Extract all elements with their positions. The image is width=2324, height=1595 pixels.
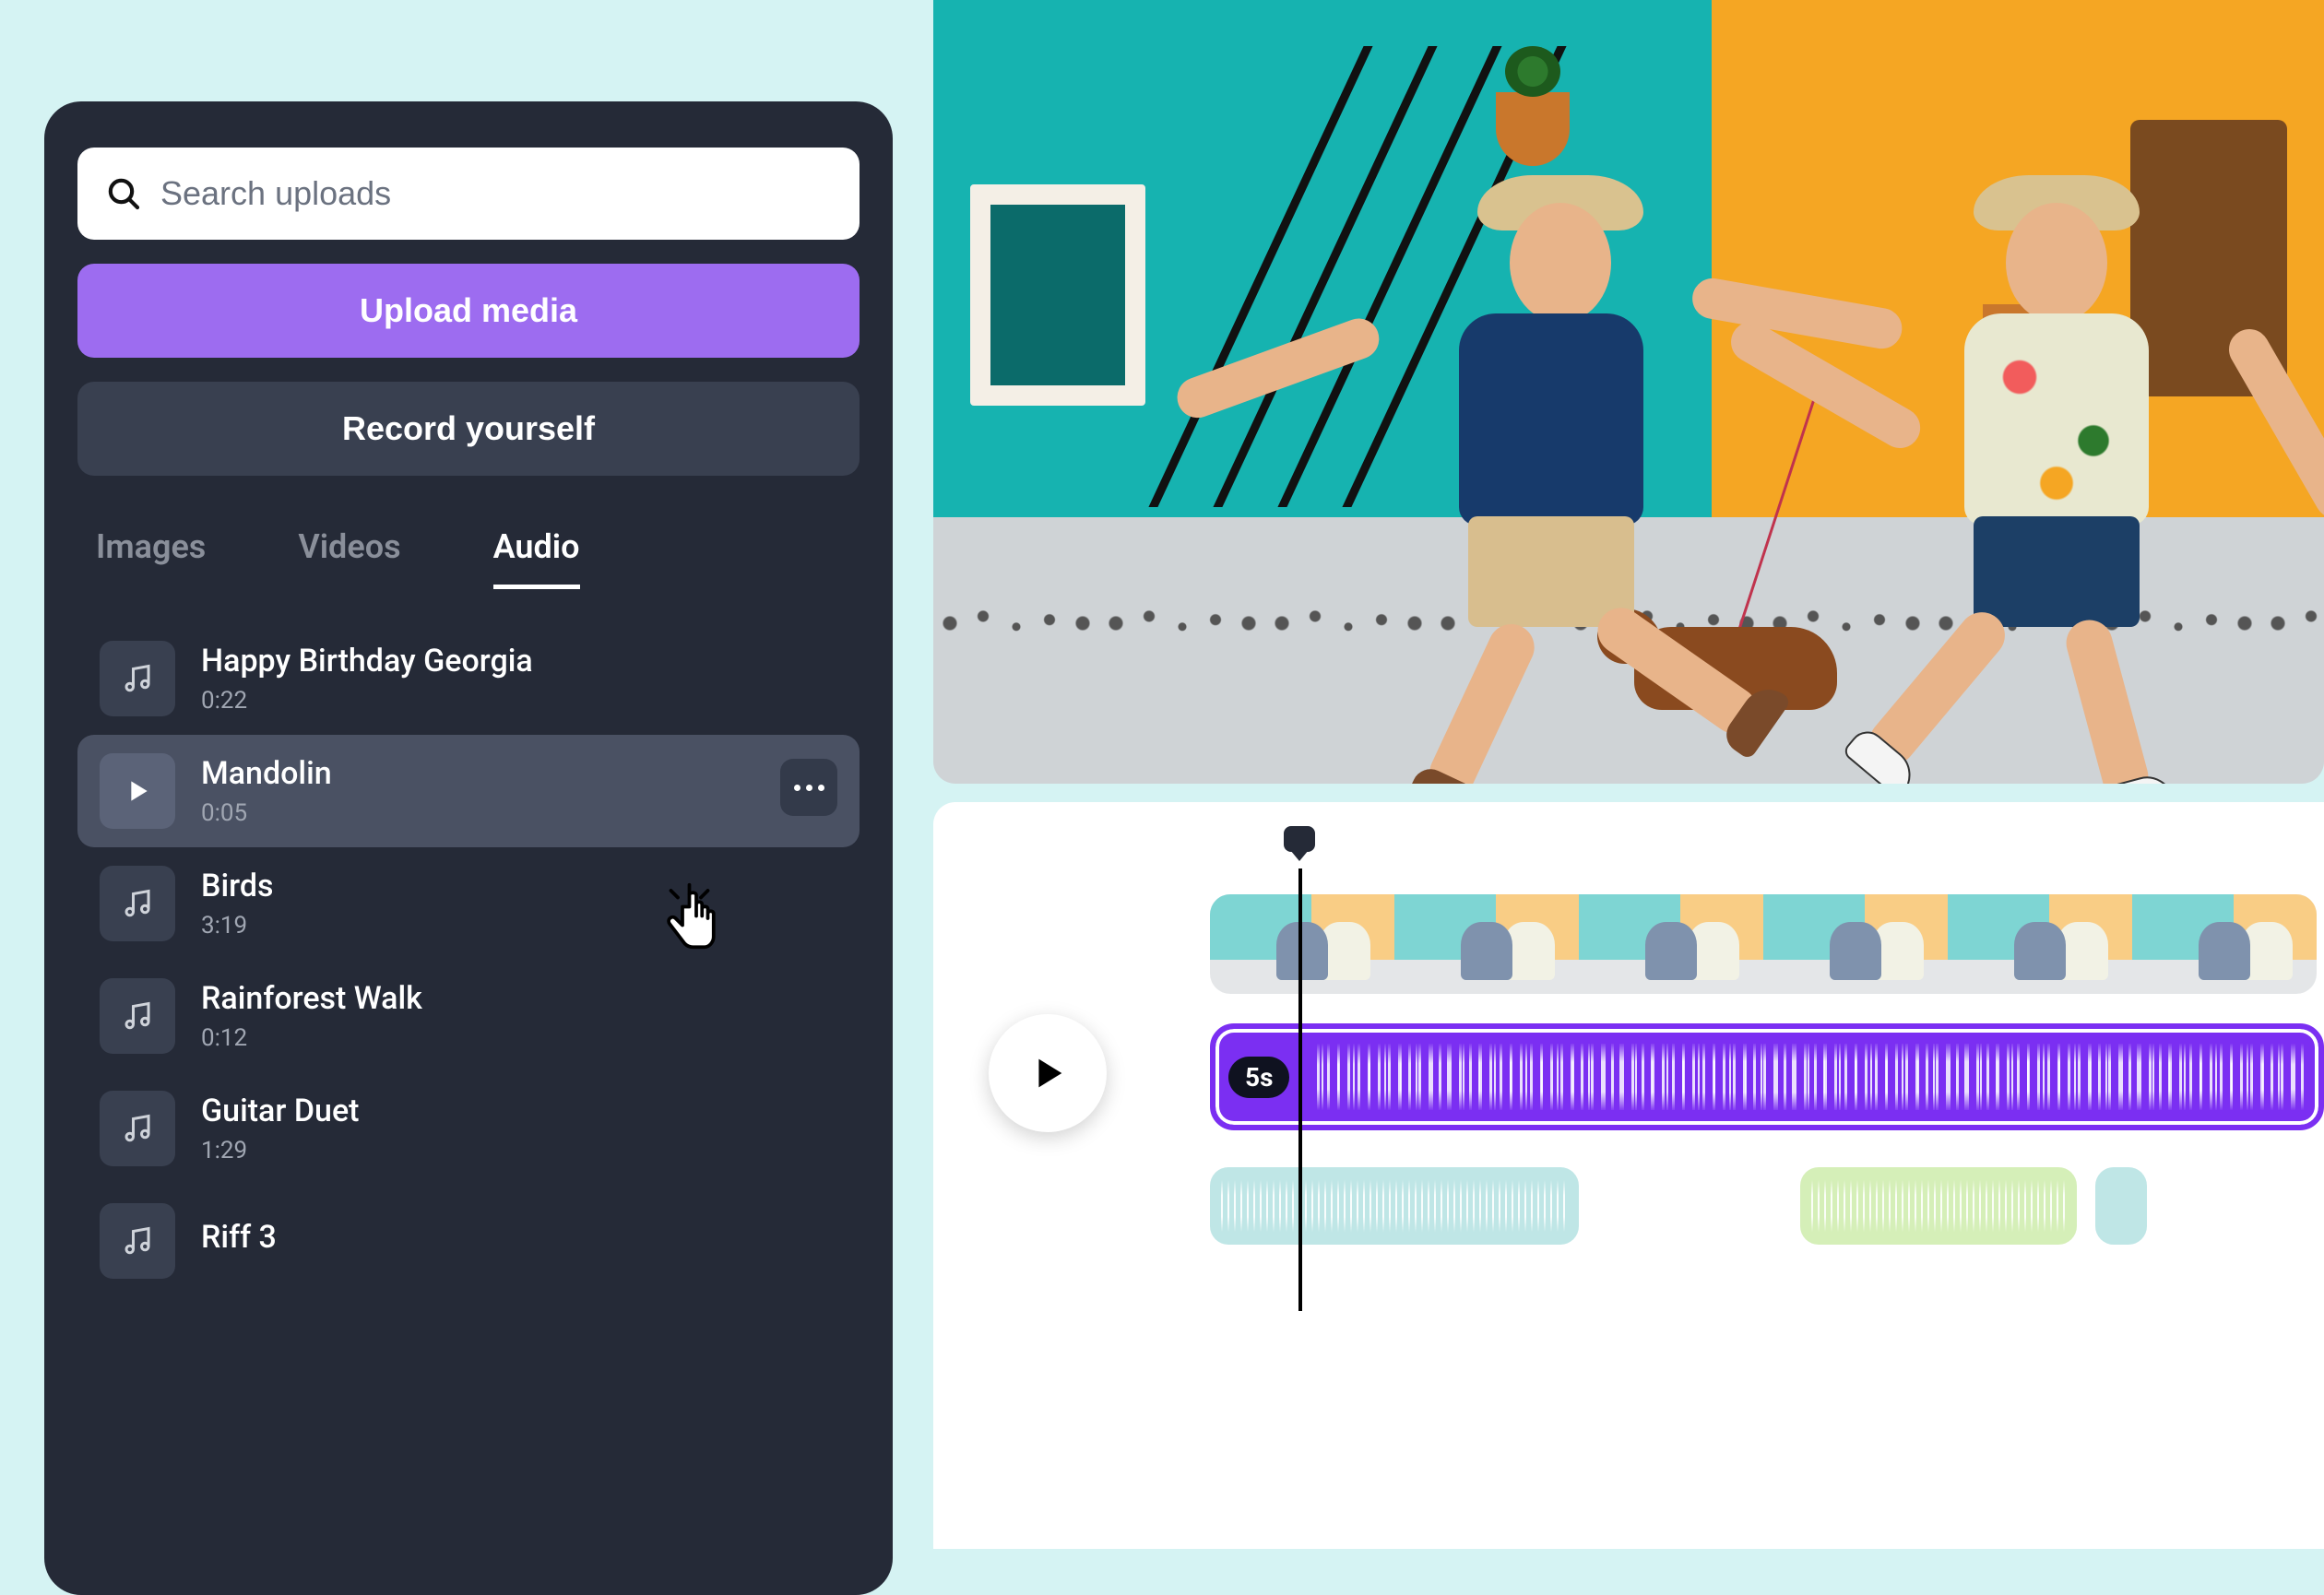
uploads-sidebar: Upload media Record yourself Images Vide… (44, 101, 893, 1595)
search-input[interactable] (160, 174, 832, 213)
audio-duration: 3:19 (201, 912, 274, 939)
audio-item[interactable]: Birds 3:19 (77, 847, 860, 960)
audio-thumbnail (100, 1203, 175, 1279)
audio-duration: 1:29 (201, 1137, 360, 1164)
record-yourself-button[interactable]: Record yourself (77, 382, 860, 476)
tab-images[interactable]: Images (96, 527, 206, 589)
playhead-line[interactable] (1298, 868, 1302, 1311)
tab-audio[interactable]: Audio (493, 527, 580, 589)
timeline-play-button[interactable] (989, 1014, 1107, 1132)
audio-item[interactable]: Rainforest Walk 0:12 (77, 960, 860, 1072)
audio-clip[interactable] (2095, 1167, 2147, 1245)
preview-scene (933, 0, 2324, 784)
search-field[interactable] (77, 148, 860, 240)
audio-clip[interactable] (1210, 1167, 1579, 1245)
playhead-marker[interactable] (1284, 826, 1315, 852)
clip-duration-chip: 5s (1228, 1057, 1289, 1098)
more-options-button[interactable] (780, 759, 837, 816)
audio-title: Happy Birthday Georgia (201, 643, 533, 679)
music-note-icon (121, 999, 154, 1033)
audio-item[interactable]: Riff 3 (77, 1185, 860, 1297)
music-note-icon (121, 1112, 154, 1145)
audio-duration: 0:22 (201, 687, 533, 715)
audio-title: Mandolin (201, 755, 332, 792)
timeline: 5s (933, 802, 2324, 1549)
play-icon (123, 776, 152, 806)
audio-item-selected[interactable]: Mandolin 0:05 (77, 735, 860, 847)
audio-item[interactable]: Happy Birthday Georgia 0:22 (77, 622, 860, 735)
audio-list: Happy Birthday Georgia 0:22 Mandolin 0:0… (77, 622, 860, 1297)
search-icon (105, 175, 142, 212)
audio-title: Birds (201, 868, 274, 904)
audio-title: Rainforest Walk (201, 980, 422, 1017)
audio-thumbnail (100, 978, 175, 1054)
audio-item[interactable]: Guitar Duet 1:29 (77, 1072, 860, 1185)
waveform-icon (1317, 1044, 2306, 1110)
audio-clip[interactable] (1800, 1167, 2077, 1245)
audio-thumbnail (100, 866, 175, 941)
tab-videos[interactable]: Videos (298, 527, 400, 589)
music-note-icon (121, 662, 154, 695)
music-note-icon (121, 887, 154, 920)
upload-media-button[interactable]: Upload media (77, 264, 860, 358)
audio-thumbnail (100, 1091, 175, 1166)
waveform-icon (1811, 1178, 2066, 1234)
audio-thumbnail (100, 641, 175, 716)
more-icon (794, 785, 824, 791)
audio-thumbnail-play[interactable] (100, 753, 175, 829)
video-track[interactable] (1210, 894, 2317, 994)
play-icon (1026, 1052, 1069, 1094)
waveform-icon (1221, 1178, 1568, 1234)
canvas-preview[interactable] (933, 0, 2324, 784)
audio-title: Guitar Duet (201, 1093, 360, 1129)
audio-duration: 0:05 (201, 799, 332, 827)
audio-duration: 0:12 (201, 1024, 422, 1052)
music-note-icon (121, 1224, 154, 1258)
uploads-tabs: Images Videos Audio (77, 500, 860, 589)
audio-track-main[interactable]: 5s (1210, 1023, 2324, 1130)
audio-title: Riff 3 (201, 1219, 277, 1256)
